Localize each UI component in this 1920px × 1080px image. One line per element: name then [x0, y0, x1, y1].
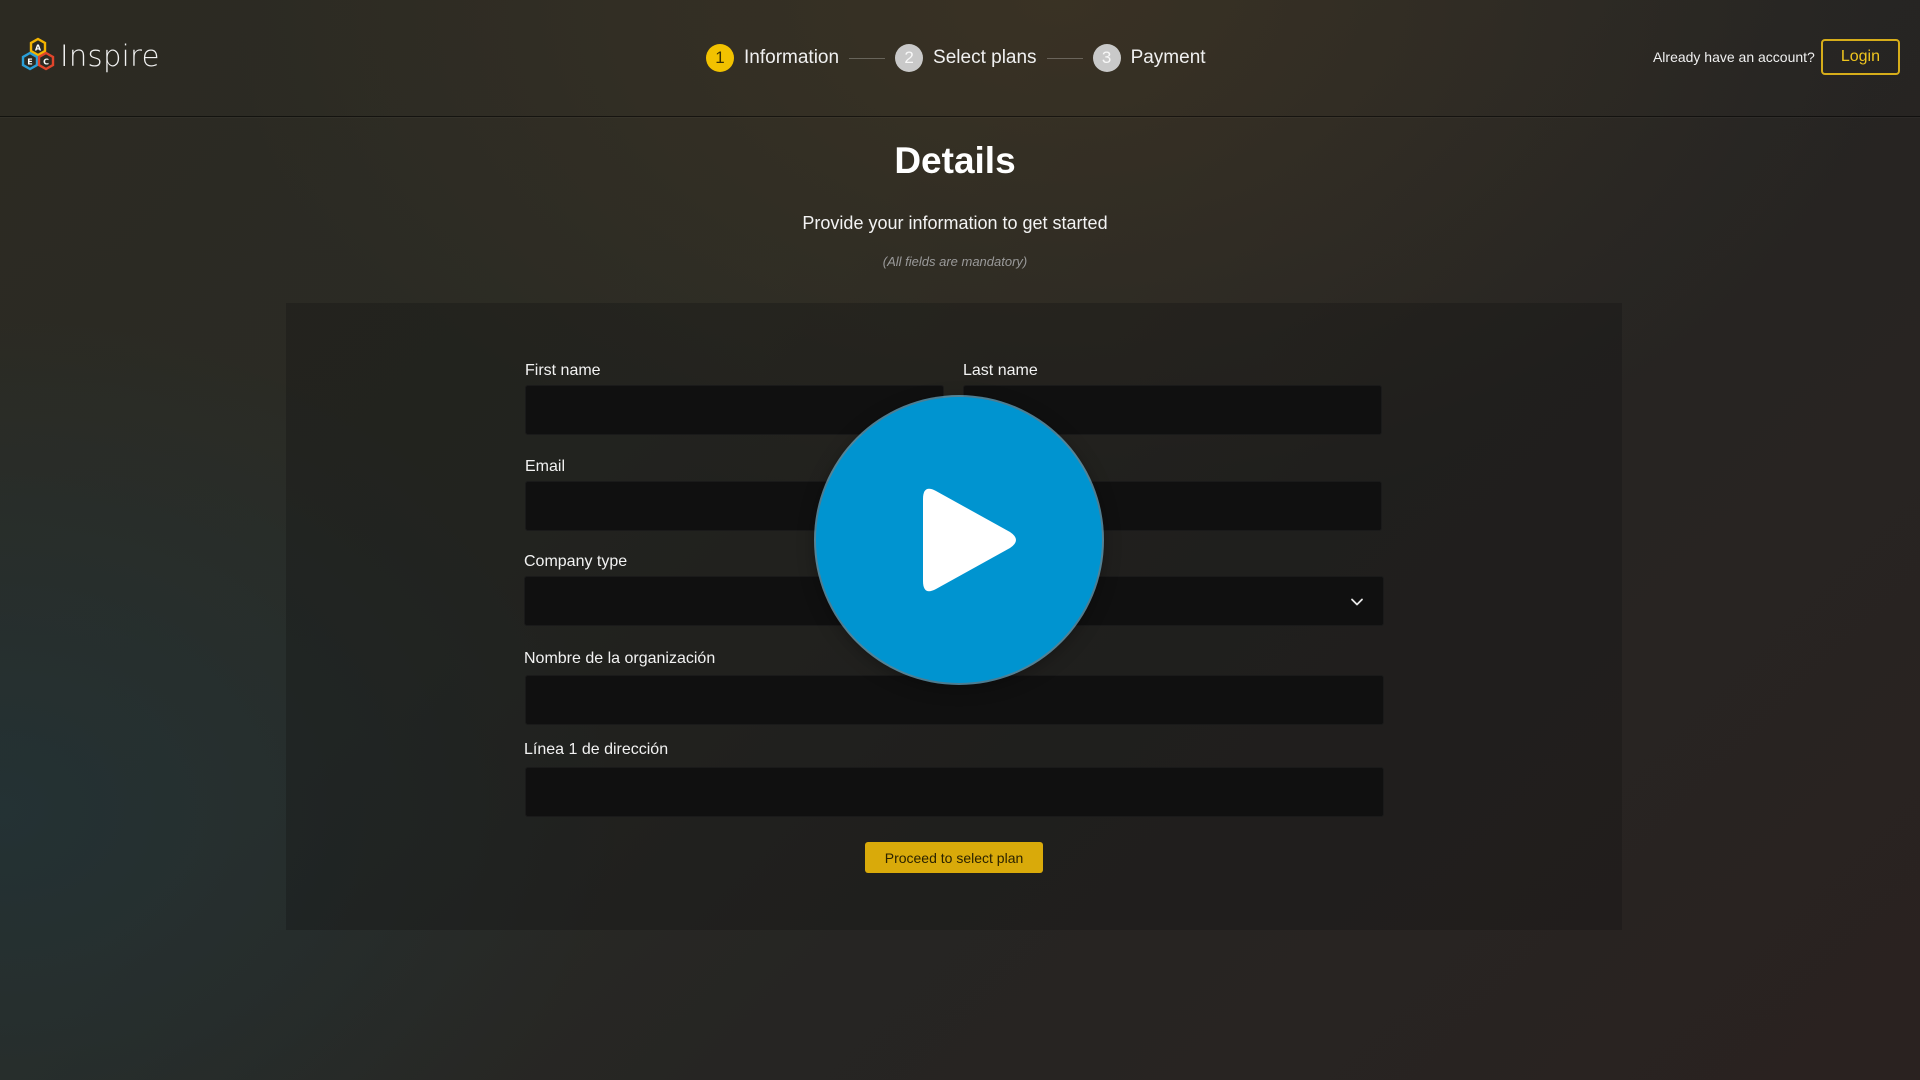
brand-logo[interactable]: A E C Inspire [18, 36, 160, 76]
step-label: Information [744, 47, 840, 68]
top-bar: A E C Inspire 1 Information 2 Select pla… [0, 0, 1920, 117]
page-subtitle: Provide your information to get started [802, 213, 1108, 233]
step-number: 3 [1092, 44, 1121, 72]
inspire-logo-icon: A E C [21, 37, 55, 71]
step-information[interactable]: 1 Information [706, 44, 839, 72]
organization-label: Nombre de la organización [524, 650, 716, 667]
step-connector [1046, 57, 1083, 59]
account-area: Already have an account? Login [1653, 39, 1900, 75]
address-line-1-label: Línea 1 de dirección [524, 741, 669, 758]
step-connector [849, 57, 886, 59]
step-payment[interactable]: 3 Payment [1092, 44, 1206, 72]
step-select-plans[interactable]: 2 Select plans [895, 44, 1037, 72]
step-label: Select plans [933, 47, 1037, 68]
brand-name: Inspire [60, 39, 160, 73]
video-play-button[interactable] [816, 397, 1102, 683]
proceed-to-select-plan-button[interactable]: Proceed to select plan [865, 842, 1043, 873]
play-icon [923, 488, 1016, 592]
signup-page: A E C Inspire 1 Information 2 Select pla… [0, 0, 1920, 1080]
first-name-label: First name [525, 362, 601, 379]
mandatory-note: (All fields are mandatory) [882, 254, 1028, 269]
email-label: Email [525, 458, 566, 475]
step-number: 1 [706, 44, 734, 72]
svg-text:C: C [43, 58, 49, 67]
svg-text:A: A [35, 44, 42, 53]
step-number: 2 [895, 44, 924, 72]
chevron-down-icon [1351, 598, 1363, 606]
login-button[interactable]: Login [1820, 39, 1900, 75]
progress-stepper: 1 Information 2 Select plans 3 Payment [706, 43, 1206, 73]
account-prompt: Already have an account? [1652, 49, 1815, 65]
company-type-label: Company type [524, 553, 628, 570]
address-line-1-field[interactable] [525, 767, 1384, 817]
page-title: Details [894, 140, 1016, 181]
step-label: Payment [1130, 47, 1206, 68]
svg-text:E: E [27, 58, 32, 67]
last-name-label: Last name [963, 362, 1038, 379]
